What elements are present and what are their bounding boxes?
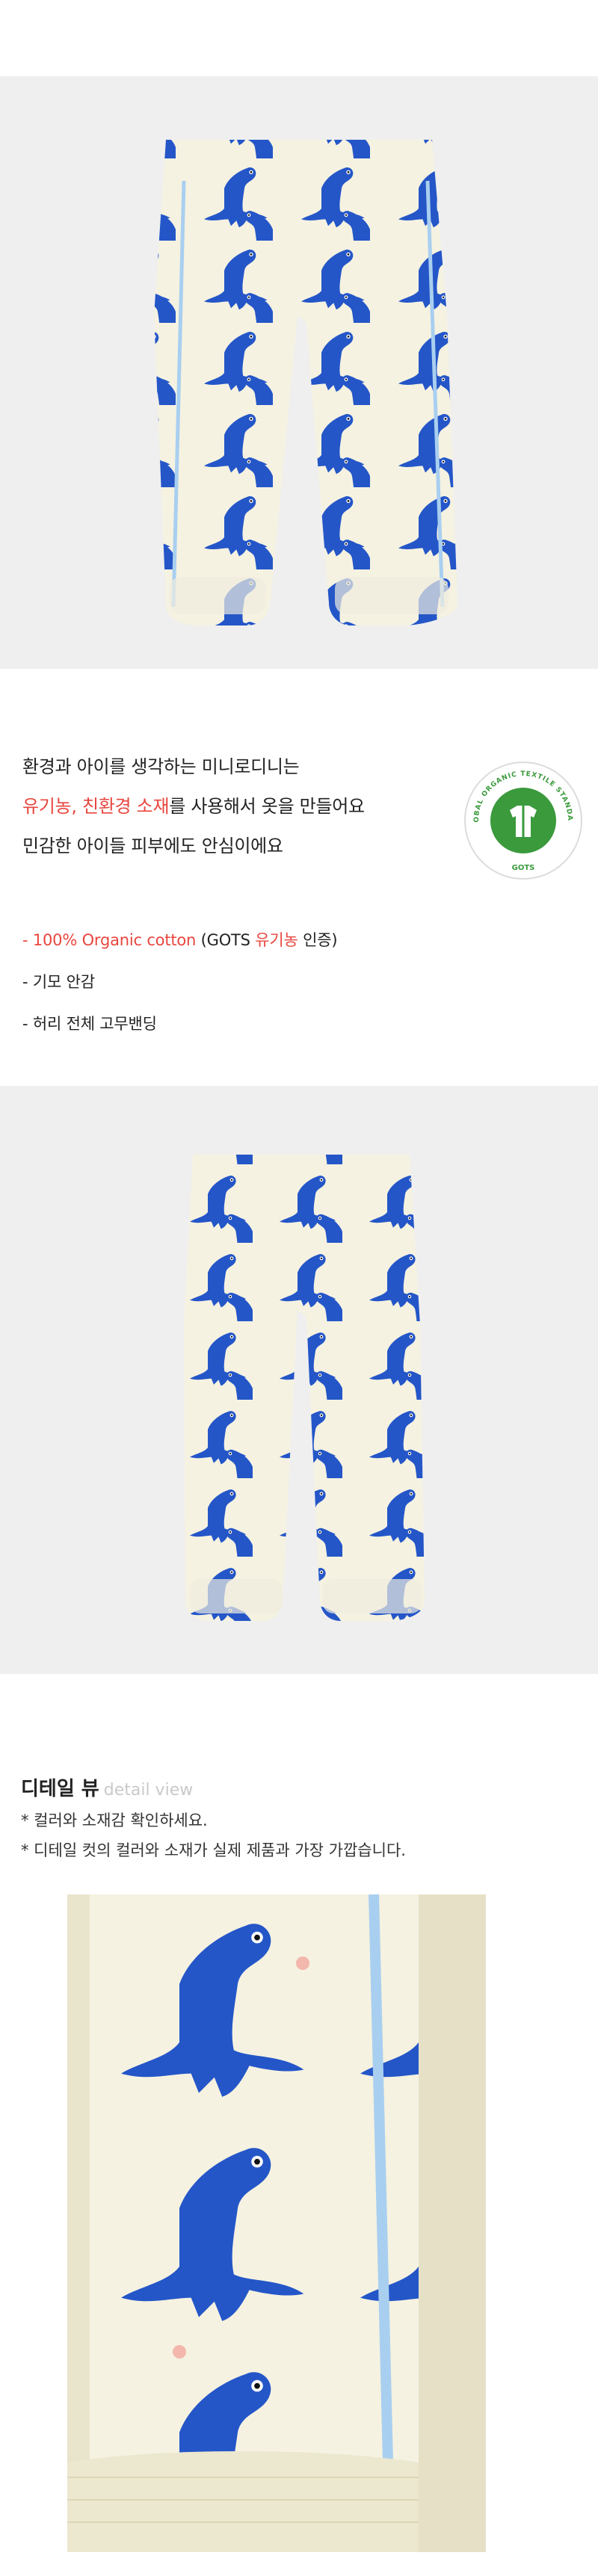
product-photo-back-panel [0, 1086, 598, 1674]
detail-closeup-illustration [67, 1894, 486, 2552]
intro-text: 환경과 아이를 생각하는 미니로디니는 유기농, 친환경 소재를 사용해서 옷을… [22, 747, 441, 866]
feature-item-brushed-lining: - 기모 안감 [22, 973, 95, 991]
intro-line-2-rest: 를 사용해서 옷을 만들어요 [169, 796, 365, 817]
detail-note-1: * 컬러와 소재감 확인하세요. [21, 1811, 208, 1829]
detail-title: 디테일 뷰 [21, 1778, 99, 1800]
detail-closeup-photo [67, 1894, 486, 2552]
dino-sweatpants-photo-front [154, 140, 457, 626]
feature-list: - 100% Organic cotton (GOTS 유기농 인증) - 기모… [22, 919, 338, 1045]
intro-line-3: 민감한 아이들 피부에도 안심이에요 [22, 835, 283, 856]
gots-badge-bottom-text: GOTS [512, 864, 535, 872]
intro-line-2-accent: 유기농, 친환경 소재 [22, 796, 170, 817]
detail-subtitle: detail view [103, 1781, 194, 1800]
detail-heading: 디테일 뷰 detail view [21, 1774, 574, 1806]
intro-line-2: 유기농, 친환경 소재를 사용해서 옷을 만들어요 [22, 787, 441, 827]
intro-line-1: 환경과 아이를 생각하는 미니로디니는 [22, 756, 300, 777]
detail-view-section: 디테일 뷰 detail view * 컬러와 소재감 확인하세요. * 디테일 … [21, 1774, 574, 1865]
detail-note-2: * 디테일 컷의 컬러와 소재가 실제 제품과 가장 가깝습니다. [21, 1841, 406, 1859]
dino-sweatpants-photo-back [184, 1155, 425, 1621]
feature-item-organic-cotton: - 100% Organic cotton (GOTS 유기농 인증) [22, 931, 338, 949]
feature-item-elastic-waist: - 허리 전체 고무밴딩 [22, 1015, 157, 1033]
product-photo-front-panel [0, 76, 598, 669]
gots-badge: GLOBAL ORGANIC TEXTILE STANDARD GOTS [463, 761, 582, 880]
